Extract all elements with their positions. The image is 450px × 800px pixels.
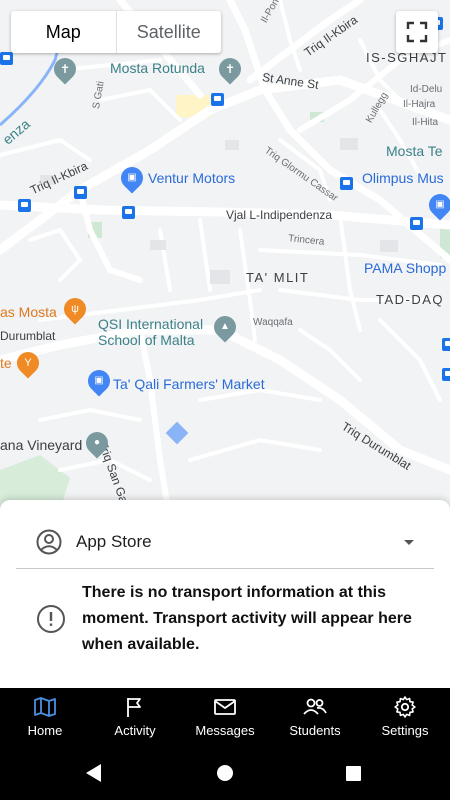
bus-stop-icon[interactable] — [122, 206, 135, 219]
map-label-mosta-rotunda: Mosta Rotunda — [110, 60, 205, 76]
fullscreen-button[interactable] — [396, 11, 438, 53]
map-type-toggle: Map Satellite — [11, 11, 221, 53]
map-label-olimpus-mus: Olimpus Mus — [362, 170, 444, 186]
tab-home-label: Home — [27, 722, 63, 738]
map-type-satellite-button[interactable]: Satellite — [117, 11, 222, 53]
app-selector[interactable]: App Store — [36, 529, 416, 555]
divider — [16, 568, 434, 569]
tab-students-label: Students — [289, 722, 341, 738]
flag-icon — [127, 697, 141, 717]
bus-stop-icon[interactable] — [211, 93, 224, 106]
map-label-as-mosta: as Mosta — [0, 304, 57, 320]
system-nav-bar — [0, 744, 450, 800]
fullscreen-icon — [406, 21, 428, 43]
bus-stop-icon[interactable] — [442, 338, 450, 351]
tab-settings-label: Settings — [381, 722, 429, 738]
bus-stop-icon[interactable] — [340, 177, 353, 190]
map-label-vineyard: ana Vineyard — [0, 437, 83, 453]
map-label-ta-mlit: TA' MLIT — [246, 270, 310, 285]
tab-activity[interactable]: Activity — [90, 688, 180, 744]
bus-stop-icon[interactable] — [74, 186, 87, 199]
account-circle-icon — [36, 529, 62, 555]
system-nav-buttons — [86, 764, 361, 782]
map-label-durumblat-left: Durumblat — [0, 329, 56, 343]
map-label-te: te — [0, 355, 12, 371]
home-icon — [217, 765, 233, 781]
map-type-map-button[interactable]: Map — [11, 11, 117, 53]
bottom-tab-bar: Home Activity Messages Students Settings — [0, 688, 450, 744]
info-icon — [37, 605, 65, 633]
map-icon — [34, 696, 56, 717]
tab-activity-label: Activity — [114, 722, 156, 738]
bus-stop-icon[interactable] — [18, 199, 31, 212]
app-selector-label: App Store — [76, 532, 152, 551]
tab-messages[interactable]: Messages — [180, 688, 270, 744]
map-label-pama-shopp: PAMA Shopp — [364, 260, 447, 276]
tab-messages-label: Messages — [195, 722, 255, 738]
bus-stop-icon[interactable] — [0, 52, 13, 65]
bus-stop-icon[interactable] — [442, 368, 450, 381]
bus-stop-icon[interactable] — [410, 217, 423, 230]
tab-students[interactable]: Students — [270, 688, 360, 744]
map-label-mosta-te: Mosta Te — [386, 143, 443, 159]
back-icon — [86, 764, 101, 782]
tab-home[interactable]: Home — [0, 688, 90, 744]
notice-message: There is no transport information at thi… — [82, 584, 412, 653]
map-label-id-delu: Id-Delu — [410, 84, 443, 95]
map-label-qsi-school: QSI International School of Malta — [98, 316, 204, 348]
map-view[interactable]: Mosta Rotunda St Anne St Triq Il-Kbira T… — [0, 0, 450, 520]
map-label-il-hita: Il-Hita — [412, 117, 439, 128]
tab-settings[interactable]: Settings — [360, 688, 450, 744]
map-label-il-hajra: Il-Hajra — [403, 99, 436, 110]
transport-notice: There is no transport information at thi… — [36, 580, 416, 658]
map-label-waqqafa: Waqqafa — [253, 317, 293, 328]
map-label-farmers-market: Ta' Qali Farmers' Market — [113, 376, 265, 392]
map-label-tad-daq: TAD-DAQ — [376, 292, 445, 307]
map-label-vjal: Vjal L-Indipendenza — [226, 208, 333, 222]
dropdown-arrow-icon — [404, 540, 414, 545]
recents-icon — [346, 766, 361, 781]
people-icon — [303, 698, 327, 715]
mail-icon — [214, 698, 236, 715]
map-label-ventur-motors: Ventur Motors — [148, 170, 236, 186]
gear-icon — [394, 695, 416, 718]
